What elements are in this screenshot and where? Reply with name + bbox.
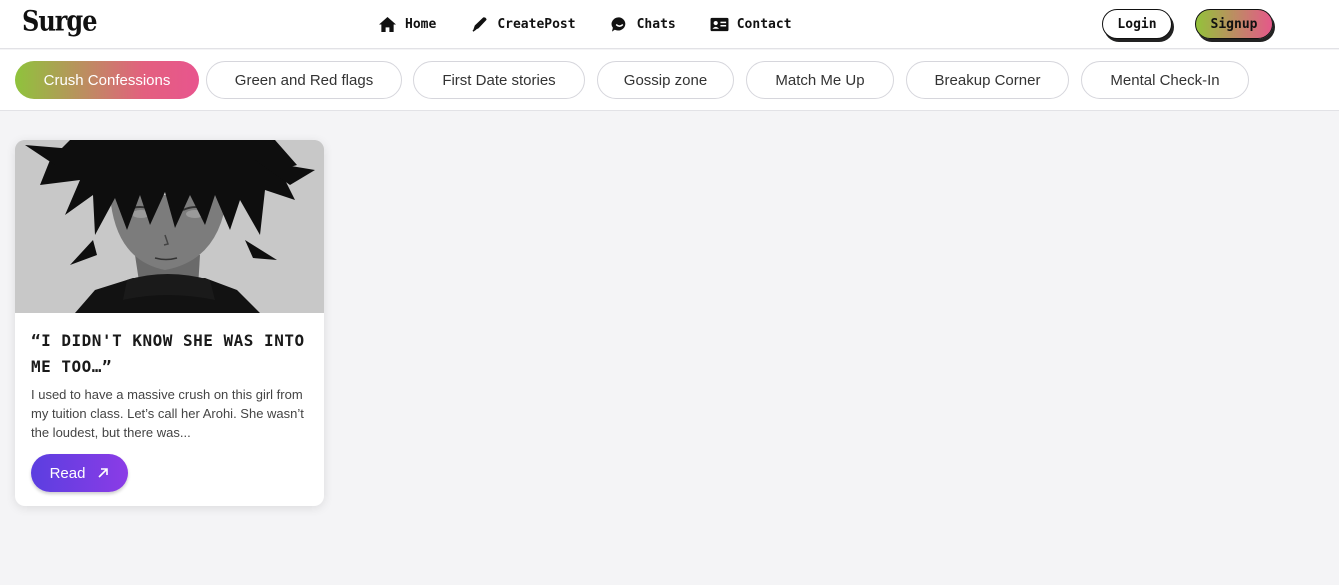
nav-link-label: Chats (636, 17, 676, 32)
login-button[interactable]: Login (1102, 9, 1172, 39)
brand-logo[interactable]: Surge (22, 4, 97, 37)
post-card: “I DIDN'T KNOW SHE WAS INTO ME TOO…” I u… (15, 140, 324, 506)
nav-link-createpost[interactable]: CreatePost (470, 16, 576, 33)
nav-link-chats[interactable]: Chats (610, 16, 676, 33)
category-mental-check-in[interactable]: Mental Check-In (1081, 61, 1249, 99)
nav-link-label: Home (405, 17, 437, 32)
nav-link-home[interactable]: Home (378, 16, 436, 33)
category-crush-confessions[interactable]: Crush Confessions (15, 61, 199, 99)
arrow-up-right-icon (98, 468, 109, 478)
category-match-me-up[interactable]: Match Me Up (746, 61, 894, 99)
read-button-label: Read (49, 464, 86, 482)
nav-link-label: Contact (736, 17, 792, 32)
chat-icon (611, 17, 625, 32)
anime-boy-portrait-icon (15, 140, 324, 313)
nav-link-label: CreatePost (497, 17, 576, 32)
nav-links: Home CreatePost Chats Contact (378, 0, 826, 49)
read-button[interactable]: Read (31, 454, 128, 492)
category-breakup-corner[interactable]: Breakup Corner (906, 61, 1069, 99)
navbar: Surge Home CreatePost Chats Contact Logi… (0, 0, 1339, 49)
post-excerpt: I used to have a massive crush on this g… (31, 387, 304, 440)
category-first-date-stories[interactable]: First Date stories (413, 61, 585, 99)
contact-card-icon (710, 17, 729, 32)
category-gossip-zone[interactable]: Gossip zone (597, 61, 734, 99)
category-green-red-flags[interactable]: Green and Red flags (206, 61, 402, 99)
category-bar: Crush Confessions Green and Red flags Fi… (0, 50, 1339, 111)
home-icon (379, 16, 396, 33)
nav-link-contact[interactable]: Contact (710, 16, 792, 33)
post-image (15, 140, 324, 313)
signup-button[interactable]: Signup (1195, 9, 1273, 39)
pen-icon (472, 17, 487, 32)
post-title: “I DIDN'T KNOW SHE WAS INTO ME TOO…” (31, 331, 305, 376)
